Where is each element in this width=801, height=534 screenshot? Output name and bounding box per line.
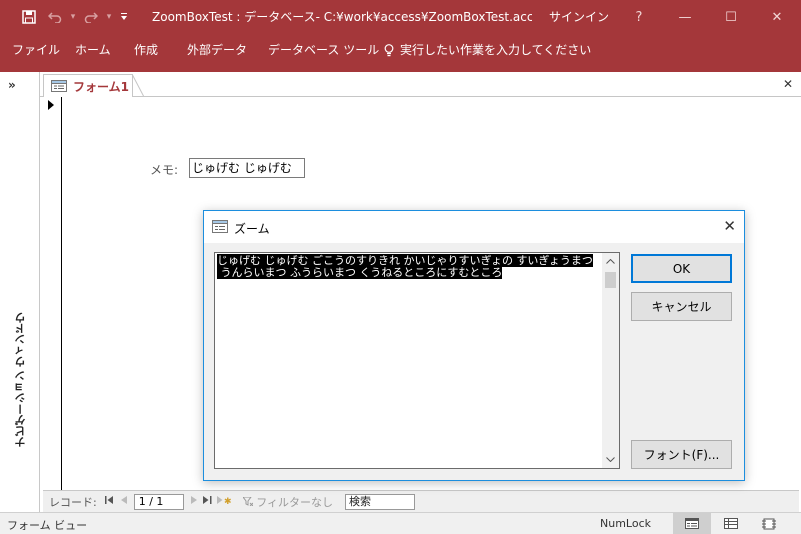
zoom-textarea[interactable]: じゅげむ じゅげむ ごこうのすりきれ かいじゃりすいぎょの すいぎょうまつ うん… bbox=[214, 252, 620, 469]
tab-home[interactable]: ホーム bbox=[75, 34, 111, 66]
zoom-dialog-title: ズーム bbox=[234, 222, 270, 236]
undo-dropdown-icon[interactable]: ▾ bbox=[66, 0, 80, 34]
font-button[interactable]: フォント(F)... bbox=[631, 440, 732, 469]
tab-file[interactable]: ファイル bbox=[12, 34, 60, 66]
filter-text: フィルターなし bbox=[256, 495, 333, 509]
memo-label: メモ: bbox=[150, 163, 179, 177]
help-button[interactable]: ? bbox=[617, 0, 661, 34]
ribbon-tabs: ファイル ホーム 作成 外部データ データベース ツール 実行したい作業を入力し… bbox=[0, 34, 801, 72]
datasheet-view-icon[interactable] bbox=[712, 513, 750, 534]
tab-database-tools[interactable]: データベース ツール bbox=[268, 34, 379, 66]
expand-chevron-icon[interactable]: » bbox=[8, 78, 16, 92]
design-view-icon[interactable] bbox=[750, 513, 788, 534]
next-record-icon[interactable] bbox=[187, 496, 201, 507]
window-title: ZoomBoxTest : データベース- C:¥work¥access¥Zoo… bbox=[152, 10, 532, 24]
scroll-thumb[interactable] bbox=[605, 272, 616, 288]
cancel-button[interactable]: キャンセル bbox=[631, 292, 732, 321]
navigation-pane-label[interactable]: ナビゲーション ウィンドウ bbox=[13, 312, 29, 448]
zoom-scrollbar[interactable] bbox=[602, 253, 619, 468]
scroll-up-icon[interactable] bbox=[602, 253, 619, 270]
memo-textbox[interactable]: じゅげむ じゅげむ bbox=[189, 158, 305, 178]
customize-toolbar-icon[interactable] bbox=[116, 0, 132, 34]
lightbulb-icon bbox=[384, 43, 394, 57]
redo-icon[interactable] bbox=[80, 0, 102, 34]
record-navigation-bar: レコード: 1 / 1 ✱ フィルターなし 検索 bbox=[43, 490, 799, 512]
first-record-icon[interactable] bbox=[103, 496, 117, 507]
undo-icon[interactable] bbox=[44, 0, 66, 34]
current-record-arrow-icon bbox=[48, 100, 54, 110]
last-record-icon[interactable] bbox=[201, 496, 215, 507]
document-tab-form1[interactable]: フォーム1 bbox=[43, 74, 133, 97]
tab-external-data[interactable]: 外部データ bbox=[187, 34, 247, 66]
new-record-icon[interactable]: ✱ bbox=[215, 496, 233, 507]
document-close-icon[interactable]: ✕ bbox=[783, 77, 793, 91]
filter-icon bbox=[241, 496, 257, 509]
title-bar: ▾ ▾ ZoomBoxTest : データベース- C:¥work¥access… bbox=[0, 0, 801, 34]
status-bar: フォーム ビュー NumLock bbox=[0, 512, 801, 534]
navigation-pane: » ナビゲーション ウィンドウ bbox=[0, 72, 40, 512]
ok-button[interactable]: OK bbox=[631, 254, 732, 283]
form-view-icon[interactable] bbox=[673, 513, 711, 534]
form-icon bbox=[212, 220, 228, 233]
close-button[interactable]: ✕ bbox=[755, 0, 799, 34]
form-icon bbox=[51, 80, 67, 92]
maximize-button[interactable]: ☐ bbox=[709, 0, 753, 34]
previous-record-icon[interactable] bbox=[117, 496, 131, 507]
tab-create[interactable]: 作成 bbox=[134, 34, 158, 66]
tell-me-text: 実行したい作業を入力してください bbox=[400, 43, 592, 57]
zoom-dialog-titlebar[interactable]: ズーム ✕ bbox=[204, 211, 744, 243]
zoom-text-line-2: うんらいまつ ふうらいまつ くうねるところにすむところ bbox=[217, 266, 503, 279]
signin-link[interactable]: サインイン bbox=[549, 0, 609, 34]
zoom-dialog-close-icon[interactable]: ✕ bbox=[723, 217, 736, 235]
minimize-button[interactable]: — bbox=[663, 0, 707, 34]
view-status-text: フォーム ビュー bbox=[7, 519, 88, 532]
search-input[interactable]: 検索 bbox=[345, 493, 415, 510]
zoom-dialog: ズーム ✕ じゅげむ じゅげむ ごこうのすりきれ かいじゃりすいぎょの すいぎょ… bbox=[203, 210, 745, 481]
document-tab-label: フォーム1 bbox=[73, 79, 129, 94]
numlock-indicator: NumLock bbox=[600, 517, 651, 530]
record-nav-label: レコード: bbox=[49, 495, 97, 509]
save-icon[interactable] bbox=[14, 0, 44, 34]
record-position-input[interactable]: 1 / 1 bbox=[133, 493, 184, 510]
filter-indicator[interactable]: フィルターなし bbox=[241, 494, 333, 510]
tell-me-box[interactable]: 実行したい作業を入力してください bbox=[384, 34, 591, 66]
tab-edge bbox=[132, 74, 144, 97]
record-selector[interactable] bbox=[43, 97, 62, 490]
svg-text:✱: ✱ bbox=[224, 497, 231, 504]
zoom-text-content: じゅげむ じゅげむ ごこうのすりきれ かいじゃりすいぎょの すいぎょうまつ うん… bbox=[217, 254, 601, 279]
redo-dropdown-icon[interactable]: ▾ bbox=[102, 0, 116, 34]
scroll-down-icon[interactable] bbox=[602, 451, 619, 468]
